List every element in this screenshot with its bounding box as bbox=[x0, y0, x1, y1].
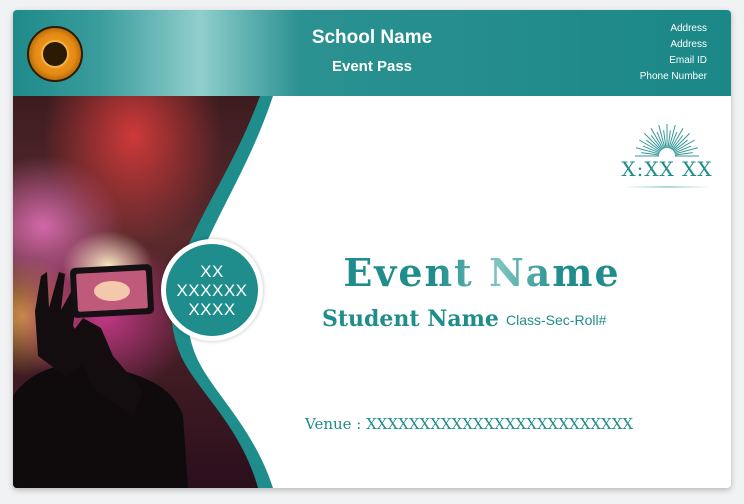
event-time: X:XX XX bbox=[621, 157, 713, 181]
contact-email: Email ID bbox=[669, 55, 707, 66]
event-name: Event Name bbox=[322, 250, 642, 295]
student-name: Student Name bbox=[322, 306, 499, 332]
badge-line-2: XXXXXX bbox=[176, 280, 248, 300]
contact-block: Address Address Email ID Phone Number bbox=[640, 21, 707, 85]
badge-line-3: XXXX bbox=[188, 299, 236, 319]
pass-title: Event Pass bbox=[331, 58, 413, 75]
venue-text: Venue : XXXXXXXXXXXXXXXXXXXXXXXXX bbox=[305, 415, 634, 433]
contact-address-2: Address bbox=[670, 39, 707, 50]
school-logo bbox=[27, 26, 83, 82]
time-block: X:XX XX bbox=[617, 106, 717, 202]
class-sec-roll: Class-Sec-Roll# bbox=[506, 312, 607, 328]
badge-line-1: XX bbox=[200, 261, 224, 281]
event-pass-card: School Name Event Pass Address Address E… bbox=[13, 10, 731, 488]
time-divider bbox=[623, 186, 711, 188]
logo-emblem-icon bbox=[41, 40, 69, 68]
sunburst-icon bbox=[635, 124, 699, 157]
date-badge: XX XXXXXX XXXX bbox=[166, 244, 258, 336]
contact-address-1: Address bbox=[670, 23, 707, 34]
contact-phone: Phone Number bbox=[639, 71, 707, 82]
header-bar: School Name Event Pass Address Address E… bbox=[13, 10, 731, 96]
school-name: School Name bbox=[311, 27, 433, 48]
